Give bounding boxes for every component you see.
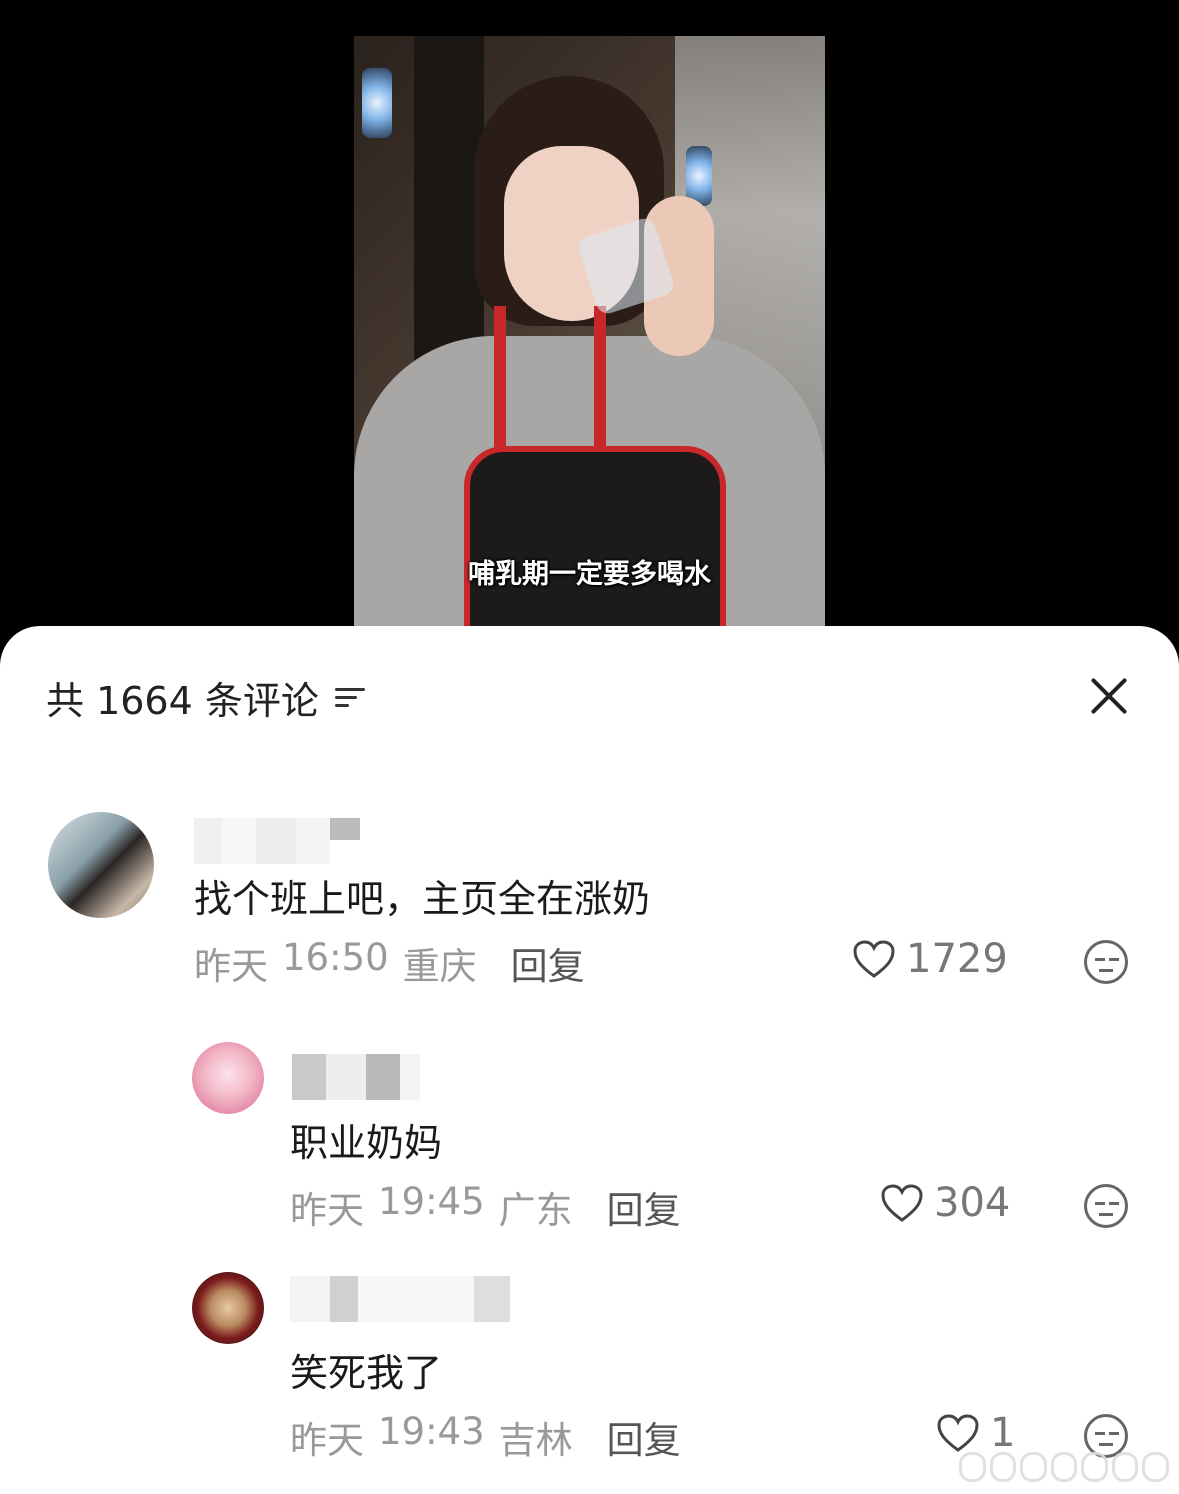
comment-location: 广东: [498, 1189, 573, 1232]
comment-text: 找个班上吧，主页全在涨奶: [194, 877, 651, 921]
comment-time: 16:50: [282, 936, 389, 979]
video-player[interactable]: 哺乳期一定要多喝水: [354, 36, 825, 626]
comment-date: 昨天: [290, 1189, 364, 1232]
comment-count-title: 共 1664 条评论: [46, 679, 319, 723]
reply-button[interactable]: 回复: [607, 1410, 681, 1464]
sort-icon[interactable]: [334, 685, 365, 711]
comments-sheet: 共 1664 条评论 找个班上吧，主页全在涨奶 昨天 16:50 重庆 回复 1…: [0, 626, 1179, 1494]
comment-text: 职业奶妈: [290, 1121, 443, 1165]
comment-location: 重庆: [402, 945, 477, 988]
heart-icon: [937, 1414, 979, 1452]
avatar[interactable]: [192, 1042, 264, 1114]
heart-icon: [853, 940, 895, 978]
person-apron: [464, 446, 726, 626]
comment-location: 吉林: [498, 1419, 573, 1462]
comment-date: 昨天: [194, 945, 268, 988]
dislike-icon[interactable]: [1084, 1184, 1128, 1228]
like-button[interactable]: 1729: [852, 936, 1008, 982]
comment-time: 19:43: [378, 1410, 485, 1453]
comment-meta: 昨天 19:43 吉林 回复: [290, 1410, 681, 1464]
reply-button[interactable]: 回复: [511, 936, 585, 990]
comment-meta: 昨天 19:45 广东 回复: [290, 1180, 681, 1234]
like-count: 304: [934, 1180, 1011, 1226]
comments-header[interactable]: 共 1664 条评论: [46, 670, 365, 725]
username-redacted[interactable]: [194, 818, 368, 864]
like-button[interactable]: 304: [880, 1180, 1010, 1226]
like-count: 1729: [906, 936, 1008, 982]
reply-button[interactable]: 回复: [607, 1180, 681, 1234]
avatar[interactable]: [192, 1272, 264, 1344]
dislike-icon[interactable]: [1084, 940, 1128, 984]
comment-date: 昨天: [290, 1419, 364, 1462]
heart-icon: [881, 1184, 923, 1222]
watermark: [959, 1450, 1170, 1484]
comment-text: 笑死我了: [290, 1351, 443, 1395]
avatar[interactable]: [48, 812, 154, 918]
close-icon[interactable]: [1089, 676, 1129, 716]
comment-time: 19:45: [378, 1180, 485, 1223]
username-redacted[interactable]: [292, 1054, 420, 1100]
username-redacted[interactable]: [290, 1276, 512, 1322]
video-caption: 哺乳期一定要多喝水: [468, 559, 711, 590]
lamp-left: [362, 68, 392, 138]
comment-meta: 昨天 16:50 重庆 回复: [194, 936, 585, 990]
